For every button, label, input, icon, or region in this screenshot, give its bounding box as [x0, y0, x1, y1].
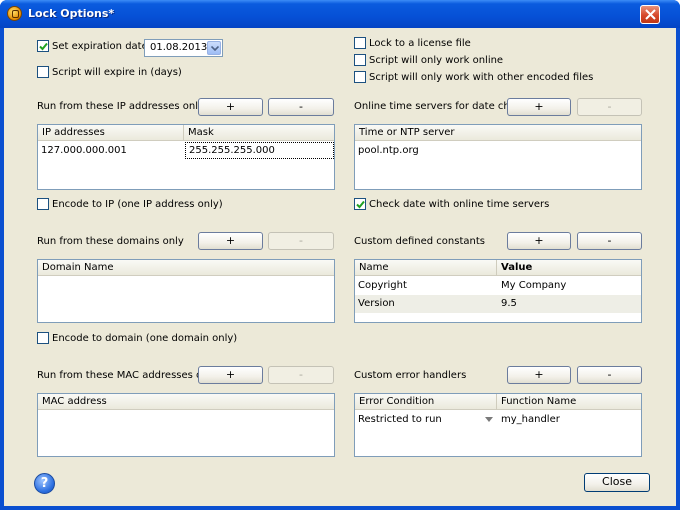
encode-ip-label: Encode to IP (one IP address only) — [52, 199, 223, 210]
date-dropdown-button[interactable] — [207, 41, 221, 55]
title-bar[interactable]: Lock Options* — [0, 0, 680, 28]
time-servers-section-label: Online time servers for date check — [354, 101, 528, 112]
ip-cell[interactable]: 127.000.000.001 — [38, 142, 127, 160]
table-row[interactable]: Version 9.5 — [355, 295, 641, 313]
add-mac-button[interactable]: + — [198, 366, 263, 384]
error-handlers-table-header: Error Condition Function Name — [355, 394, 641, 410]
add-ip-button[interactable]: + — [198, 98, 263, 116]
remove-error-handler-button[interactable]: - — [577, 366, 642, 384]
add-time-server-button[interactable]: + — [507, 98, 571, 116]
domains-section-label: Run from these domains only — [37, 236, 184, 247]
error-handlers-section-label: Custom error handlers — [354, 370, 467, 381]
ip-section-label: Run from these IP addresses only — [37, 101, 204, 112]
expiration-date-value: 01.08.2013 — [150, 42, 208, 53]
domains-table[interactable]: Domain Name — [37, 259, 335, 323]
dialog-body: Set expiration date 01.08.2013 Script wi… — [4, 28, 676, 506]
online-only-checkbox[interactable] — [354, 54, 366, 66]
script-expire-label: Script will expire in (days) — [52, 67, 182, 78]
window-close-button[interactable] — [640, 5, 660, 24]
function-cell[interactable]: my_handler — [498, 411, 560, 429]
table-row[interactable]: Copyright My Company — [355, 277, 641, 295]
constants-table[interactable]: Name Value Copyright My Company Version … — [354, 259, 642, 323]
expiration-date-picker[interactable]: 01.08.2013 — [144, 39, 223, 57]
encode-ip-checkbox[interactable] — [37, 198, 49, 210]
encode-domain-label: Encode to domain (one domain only) — [52, 333, 238, 344]
add-domain-button[interactable]: + — [198, 232, 263, 250]
app-lock-icon — [7, 6, 22, 21]
remove-mac-button[interactable]: - — [268, 366, 334, 384]
set-expiration-label: Set expiration date — [52, 41, 148, 52]
close-icon — [645, 9, 656, 20]
domain-column-header[interactable]: Domain Name — [38, 260, 334, 276]
add-constant-button[interactable]: + — [507, 232, 571, 250]
remove-domain-button[interactable]: - — [268, 232, 334, 250]
condition-cell[interactable]: Restricted to run — [355, 411, 442, 429]
remove-ip-button[interactable]: - — [268, 98, 334, 116]
mac-table[interactable]: MAC address — [37, 393, 335, 457]
constant-name-cell[interactable]: Copyright — [355, 277, 407, 295]
name-column-header[interactable]: Name — [355, 260, 497, 276]
online-only-label: Script will only work online — [369, 55, 504, 66]
help-icon: ? — [40, 476, 49, 491]
mask-column-header[interactable]: Mask — [184, 125, 334, 141]
remove-constant-button[interactable]: - — [577, 232, 642, 250]
function-column-header[interactable]: Function Name — [497, 394, 641, 410]
value-column-header[interactable]: Value — [497, 260, 641, 276]
encode-domain-checkbox[interactable] — [37, 332, 49, 344]
lock-license-label: Lock to a license file — [369, 38, 471, 49]
check-date-online-label: Check date with online time servers — [369, 199, 550, 210]
lock-license-checkbox[interactable] — [354, 37, 366, 49]
ntp-column-header[interactable]: Time or NTP server — [355, 125, 641, 141]
dropdown-arrow-icon[interactable] — [485, 417, 493, 422]
remove-time-server-button[interactable]: - — [577, 98, 642, 116]
constant-name-cell[interactable]: Version — [355, 295, 395, 313]
add-error-handler-button[interactable]: + — [507, 366, 571, 384]
table-row[interactable]: pool.ntp.org — [355, 142, 419, 160]
ip-column-header[interactable]: IP addresses — [38, 125, 184, 141]
encoded-files-only-label: Script will only work with other encoded… — [369, 72, 594, 83]
condition-column-header[interactable]: Error Condition — [355, 394, 497, 410]
chevron-down-icon — [211, 46, 219, 51]
constant-value-cell[interactable]: My Company — [498, 277, 566, 295]
checkmark-icon — [39, 42, 48, 51]
encoded-files-only-checkbox[interactable] — [354, 71, 366, 83]
window-title: Lock Options* — [28, 7, 115, 20]
constants-table-header: Name Value — [355, 260, 641, 276]
mac-column-header[interactable]: MAC address — [38, 394, 334, 410]
mask-cell[interactable]: 255.255.255.000 — [185, 142, 334, 159]
time-servers-table-header: Time or NTP server — [355, 125, 641, 141]
ip-table-header: IP addresses Mask — [38, 125, 334, 141]
close-button[interactable]: Close — [584, 473, 650, 492]
table-row[interactable]: Restricted to run my_handler — [355, 411, 641, 429]
time-servers-table[interactable]: Time or NTP server pool.ntp.org — [354, 124, 642, 190]
help-button[interactable]: ? — [34, 473, 55, 494]
mac-table-header: MAC address — [38, 394, 334, 410]
constants-section-label: Custom defined constants — [354, 236, 485, 247]
checkmark-icon — [356, 200, 365, 209]
domains-table-header: Domain Name — [38, 260, 334, 276]
error-handlers-table[interactable]: Error Condition Function Name Restricted… — [354, 393, 642, 457]
ip-table[interactable]: IP addresses Mask 127.000.000.001 255.25… — [37, 124, 335, 190]
set-expiration-checkbox[interactable] — [37, 40, 49, 52]
lock-options-window: Lock Options* Set expiration date 01.08.… — [0, 0, 680, 510]
constant-value-cell[interactable]: 9.5 — [498, 295, 517, 313]
check-date-online-checkbox[interactable] — [354, 198, 366, 210]
mac-section-label: Run from these MAC addresses only — [37, 370, 218, 381]
script-expire-checkbox[interactable] — [37, 66, 49, 78]
